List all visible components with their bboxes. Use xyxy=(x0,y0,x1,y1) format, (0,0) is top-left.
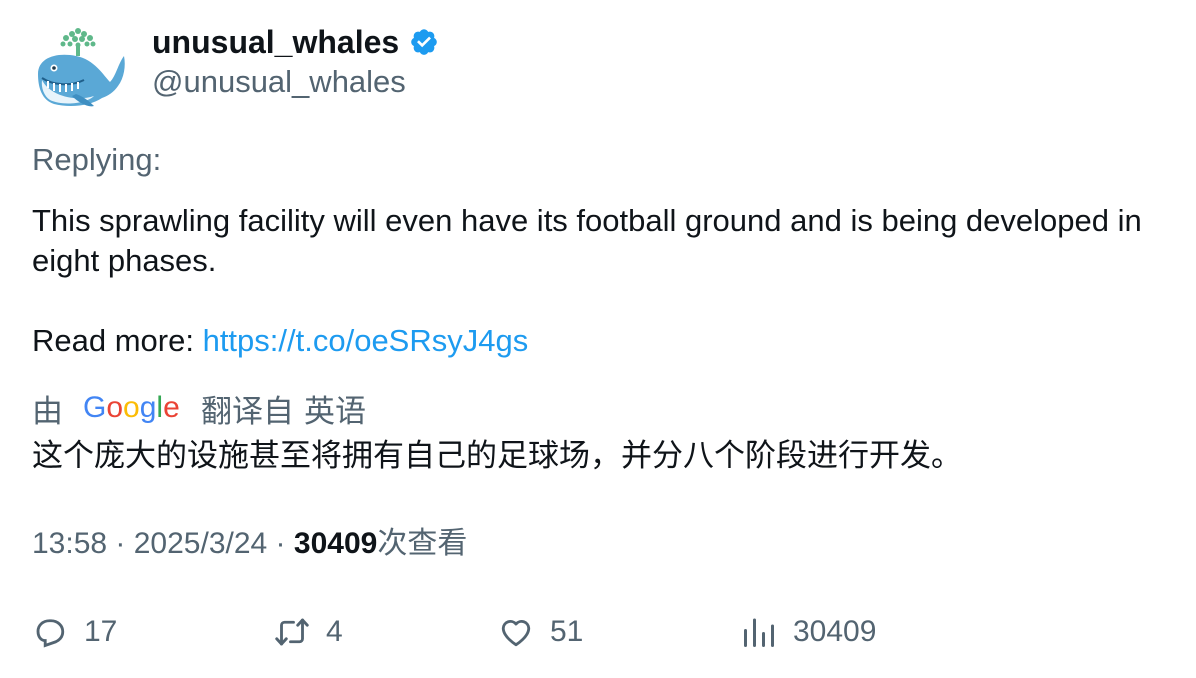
verified-badge-icon xyxy=(411,29,437,55)
author-name-text: unusual_whales xyxy=(152,24,400,60)
meta-separator-2: · xyxy=(267,527,294,560)
tweet-link[interactable]: https://t.co/oeSRsyJ4gs xyxy=(203,323,529,358)
tweet-date[interactable]: 2025/3/24 xyxy=(134,527,267,560)
read-more-label: Read more: xyxy=(32,323,203,358)
retweet-icon xyxy=(275,618,309,646)
svg-text:Google: Google xyxy=(83,391,180,424)
reply-button[interactable]: 17 xyxy=(32,610,117,654)
read-more-line: Read more: https://t.co/oeSRsyJ4gs xyxy=(32,321,1172,361)
heart-icon xyxy=(501,620,531,647)
retweet-button[interactable]: 4 xyxy=(274,610,343,654)
retweet-count: 4 xyxy=(326,615,343,648)
tweet-meta: 13:58 · 2025/3/24 · 30409次查看 xyxy=(32,524,467,564)
reply-count: 17 xyxy=(84,615,118,648)
tweet-time[interactable]: 13:58 xyxy=(32,527,107,560)
google-logo-icon[interactable]: Google xyxy=(83,391,181,425)
translation-attribution: 由 Google 翻译自 英语 xyxy=(32,386,366,430)
avatar[interactable] xyxy=(32,26,128,116)
replying-label: Replying: xyxy=(32,142,162,177)
tweet-main-text: This sprawling facility will even have i… xyxy=(32,203,1142,278)
views-action-count: 30409 xyxy=(793,615,877,648)
views-chart-icon xyxy=(744,618,774,647)
views-label: 次查看 xyxy=(377,527,468,560)
source-language: 英语 xyxy=(304,393,366,429)
translated-from-label: 翻译自 xyxy=(201,393,294,429)
author-display-name[interactable]: unusual_whales xyxy=(152,22,439,62)
meta-separator: · xyxy=(107,527,134,560)
reply-icon xyxy=(36,619,65,648)
translated-by-label: 由 xyxy=(32,393,63,429)
whale-logo-icon xyxy=(38,28,125,107)
views-count: 30409 xyxy=(293,527,378,560)
like-button[interactable]: 51 xyxy=(498,610,583,654)
author-handle[interactable]: @unusual_whales xyxy=(152,62,406,102)
like-count: 51 xyxy=(550,615,584,648)
translated-text: 这个庞大的设施甚至将拥有自己的足球场，并分八个阶段进行开发。 xyxy=(32,438,962,473)
tweet-text: This sprawling facility will even have i… xyxy=(32,201,1172,361)
views-button[interactable]: 30409 xyxy=(741,610,876,654)
